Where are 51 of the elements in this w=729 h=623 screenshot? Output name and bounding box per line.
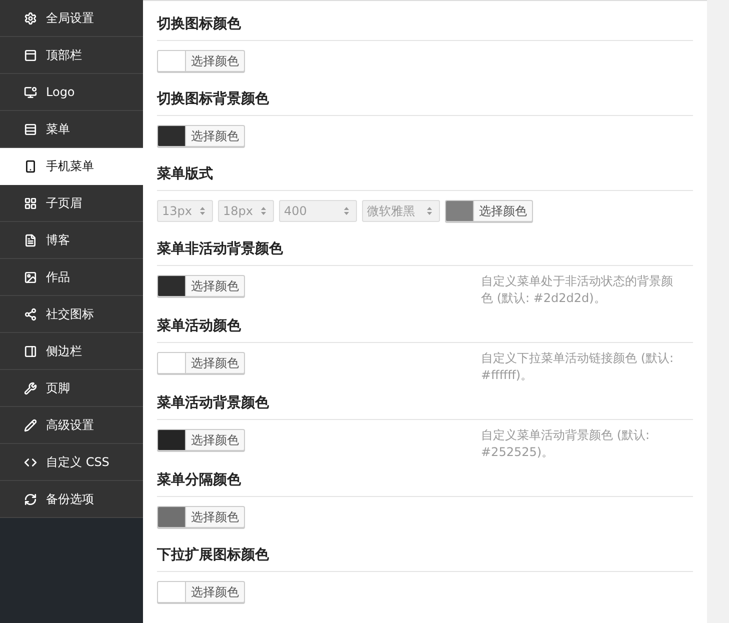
sidebar-item[interactable]: 侧边栏: [0, 333, 143, 370]
sidebar-item[interactable]: 作品: [0, 259, 143, 296]
color-picker-button[interactable]: 选择颜色: [157, 50, 245, 72]
sidebar-item[interactable]: 菜单: [0, 111, 143, 148]
section-heading: 切换图标背景颜色: [157, 90, 270, 109]
grid-icon: [24, 196, 37, 210]
updown-icon: [343, 206, 350, 216]
image-icon: [24, 270, 37, 284]
phone-icon: [24, 160, 37, 172]
color-picker-button[interactable]: 选择颜色: [157, 581, 245, 603]
panel-icon: [24, 344, 37, 358]
wrench-icon: [24, 382, 37, 394]
sidebar-item[interactable]: 全局设置: [0, 0, 143, 37]
updown-icon: [426, 206, 433, 216]
updown-icon: [199, 206, 206, 216]
section-heading: 菜单活动颜色: [157, 317, 242, 336]
section-heading: 菜单非活动背景颜色: [157, 240, 284, 259]
color-picker-button[interactable]: 选择颜色: [157, 125, 245, 147]
sidebar-item[interactable]: 子页眉: [0, 185, 143, 222]
color-picker-button[interactable]: 选择颜色: [445, 200, 533, 222]
document-icon: [24, 234, 37, 246]
section-heading: 菜单分隔颜色: [157, 471, 242, 490]
sidebar-item[interactable]: 博客: [0, 222, 143, 259]
sidebar-item[interactable]: 备份选项: [0, 481, 143, 518]
updown-icon: [260, 206, 267, 216]
monitor-icon: [24, 86, 37, 98]
share-icon: [24, 308, 37, 320]
section-heading: 切换图标颜色: [157, 15, 242, 34]
sidebar-item[interactable]: 顶部栏: [0, 37, 143, 74]
field-description: 自定义菜单活动背景颜色 (默认: #252525)。: [481, 427, 651, 461]
color-picker-button[interactable]: 选择颜色: [157, 352, 245, 374]
sidebar-item[interactable]: 手机菜单: [0, 148, 143, 185]
sidebar-item[interactable]: Logo: [0, 74, 143, 111]
field-description: 自定义菜单处于非活动状态的背景颜色 (默认: #2d2d2d)。: [481, 273, 674, 307]
sidebar-item[interactable]: 社交图标: [0, 296, 143, 333]
sidebar-item[interactable]: 高级设置: [0, 407, 143, 444]
field-description: 自定义下拉菜单活动链接颜色 (默认: #ffffff)。: [481, 350, 675, 384]
sidebar-item[interactable]: 页脚: [0, 370, 143, 407]
gear-icon: [24, 12, 37, 24]
sidebar-item[interactable]: 自定义 CSS: [0, 444, 143, 481]
color-picker-button[interactable]: 选择颜色: [157, 275, 245, 297]
color-picker-button[interactable]: 选择颜色: [157, 429, 245, 451]
color-picker-button[interactable]: 选择颜色: [157, 506, 245, 528]
code-icon: [24, 456, 37, 468]
refresh-icon: [24, 492, 37, 506]
section-heading: 菜单活动背景颜色: [157, 394, 270, 413]
section-heading: 菜单版式: [157, 165, 214, 184]
pencil-icon: [24, 418, 37, 432]
rows-icon: [24, 122, 37, 136]
section-heading: 下拉扩展图标颜色: [157, 546, 270, 565]
window-icon: [24, 48, 37, 62]
